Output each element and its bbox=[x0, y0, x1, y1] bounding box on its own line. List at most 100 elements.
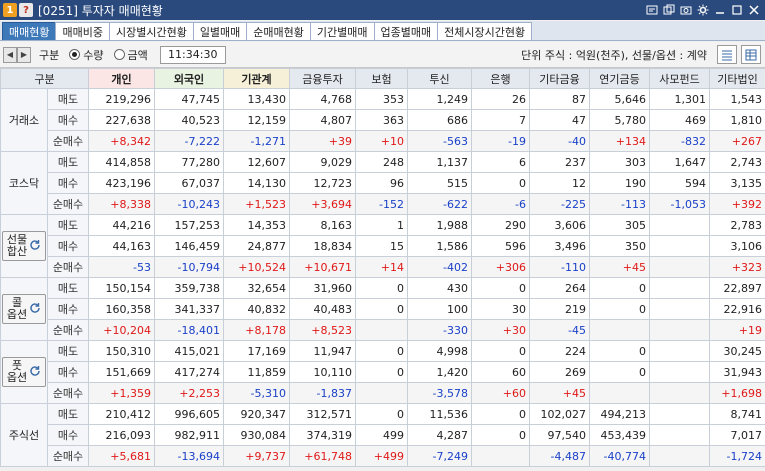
header-foreign[interactable]: 외국인 bbox=[154, 68, 224, 89]
value-cell bbox=[649, 382, 710, 404]
value-cell: +1,698 bbox=[709, 382, 765, 404]
value-cell bbox=[649, 298, 710, 320]
market-cell[interactable]: 콜 옵션 bbox=[0, 277, 48, 341]
tab-1[interactable]: 매매비중 bbox=[55, 22, 110, 40]
value-cell: 515 bbox=[407, 172, 472, 194]
value-cell bbox=[649, 214, 710, 236]
value-cell: 1,301 bbox=[649, 88, 710, 110]
header-financial-investment[interactable]: 금융투자 bbox=[289, 68, 356, 89]
market-name: 콜 옵션 bbox=[6, 296, 28, 321]
value-cell: 594 bbox=[649, 172, 710, 194]
refresh-icon[interactable] bbox=[29, 239, 41, 254]
value-cell: 1,647 bbox=[649, 151, 710, 173]
header-other-finance[interactable]: 기타금융 bbox=[529, 68, 590, 89]
value-cell bbox=[471, 445, 530, 467]
value-cell: 359,738 bbox=[154, 277, 224, 299]
header-pension[interactable]: 연기금등 bbox=[589, 68, 650, 89]
value-cell: 100 bbox=[407, 298, 472, 320]
value-cell bbox=[649, 319, 710, 341]
header-private-fund[interactable]: 사모펀드 bbox=[649, 68, 710, 89]
radio-amount[interactable]: 금액 bbox=[113, 47, 148, 63]
value-cell: 30,245 bbox=[709, 340, 765, 362]
value-cell: 350 bbox=[589, 235, 650, 257]
market-toggle-button[interactable]: 선물 합산 bbox=[2, 231, 46, 261]
header-bank[interactable]: 은행 bbox=[471, 68, 530, 89]
tab-6[interactable]: 업종별매매 bbox=[373, 22, 439, 40]
table-row: 매수 227,638 40,523 12,159 4,807 363 686 7 47 5,780… bbox=[1, 109, 765, 131]
value-cell: -330 bbox=[407, 319, 472, 341]
row-label-net: 순매수 bbox=[47, 382, 89, 404]
next-icon[interactable]: ▶ bbox=[17, 46, 31, 63]
value-cell bbox=[649, 277, 710, 299]
tab-7[interactable]: 전체시장시간현황 bbox=[437, 22, 533, 40]
prev-icon[interactable]: ◀ bbox=[3, 46, 17, 63]
table-row: 순매수 -53 -10,794 +10,524 +10,671 +14 -402 +306 -1… bbox=[1, 256, 765, 278]
value-cell: +19 bbox=[709, 319, 765, 341]
copy-window-icon[interactable] bbox=[662, 3, 676, 17]
row-label-net: 순매수 bbox=[47, 130, 89, 152]
header-institution-total[interactable]: 기관계 bbox=[223, 68, 290, 89]
value-cell: 40,483 bbox=[289, 298, 356, 320]
tab-2[interactable]: 시장별시간현황 bbox=[108, 22, 194, 40]
window-title: [0251] 투자자 매매현황 bbox=[38, 3, 163, 18]
value-cell: +1,523 bbox=[223, 193, 290, 215]
value-cell: 248 bbox=[355, 151, 408, 173]
value-cell: +267 bbox=[709, 130, 765, 152]
radio-quantity[interactable]: 수량 bbox=[69, 47, 104, 63]
list-view-icon[interactable] bbox=[717, 45, 737, 64]
value-cell: 4,807 bbox=[289, 109, 356, 131]
market-cell: 주식선 bbox=[0, 403, 48, 467]
screen-number-badge[interactable]: 1 bbox=[3, 3, 17, 17]
value-cell: -225 bbox=[529, 193, 590, 215]
value-cell: 920,347 bbox=[223, 403, 290, 425]
radio-quantity-dot[interactable] bbox=[69, 49, 81, 60]
value-cell: +3,694 bbox=[289, 193, 356, 215]
value-cell bbox=[589, 382, 650, 404]
table-header-row: 구분 개인 외국인 기관계 금융투자 보험 투신 은행 기타금융 연기금등 사모… bbox=[0, 68, 765, 89]
row-label-net: 순매수 bbox=[47, 256, 89, 278]
value-cell: 18,834 bbox=[289, 235, 356, 257]
row-label-sell: 매도 bbox=[47, 403, 89, 425]
tab-3[interactable]: 일별매매 bbox=[192, 22, 248, 40]
value-cell: -4,487 bbox=[529, 445, 590, 467]
value-cell: 77,280 bbox=[154, 151, 224, 173]
value-cell: 0 bbox=[355, 340, 408, 362]
link-icon[interactable] bbox=[645, 3, 659, 17]
table-row: 순매수 +10,204 -18,401 +8,178 +8,523 -330 +30 -45 +… bbox=[1, 319, 765, 341]
value-cell: 982,911 bbox=[154, 424, 224, 446]
market-toggle-button[interactable]: 풋 옵션 bbox=[2, 357, 46, 387]
tab-5[interactable]: 기간별매매 bbox=[309, 22, 375, 40]
value-cell: 303 bbox=[589, 151, 650, 173]
header-insurance[interactable]: 보험 bbox=[355, 68, 408, 89]
minimize-icon[interactable] bbox=[713, 3, 727, 17]
tab-0[interactable]: 매매현황 bbox=[2, 22, 57, 40]
header-investment-trust[interactable]: 투신 bbox=[407, 68, 472, 89]
value-cell: -1,053 bbox=[649, 193, 710, 215]
help-badge[interactable]: ? bbox=[19, 3, 33, 17]
filter-toolbar: ◀ ▶ 구분 수량 금액 11:34:30 단위 주식 : 억원(천주), 선물… bbox=[0, 42, 765, 68]
market-cell[interactable]: 선물 합산 bbox=[0, 214, 48, 278]
camera-icon[interactable] bbox=[679, 3, 693, 17]
close-icon[interactable] bbox=[747, 3, 761, 17]
market-cell[interactable]: 풋 옵션 bbox=[0, 340, 48, 404]
grid-view-icon[interactable] bbox=[741, 45, 761, 64]
value-cell bbox=[649, 403, 710, 425]
radio-amount-dot[interactable] bbox=[113, 49, 125, 60]
value-cell: 353 bbox=[355, 88, 408, 110]
header-individual[interactable]: 개인 bbox=[88, 68, 155, 89]
gear-icon[interactable] bbox=[696, 3, 710, 17]
value-cell: 0 bbox=[471, 340, 530, 362]
table-row: 순매수 +1,359 +2,253 -5,310 -1,837 -3,578 +60 +45 +… bbox=[1, 382, 765, 404]
tab-4[interactable]: 순매매현황 bbox=[246, 22, 311, 40]
refresh-icon[interactable] bbox=[29, 365, 41, 380]
value-cell: 430 bbox=[407, 277, 472, 299]
market-toggle-button[interactable]: 콜 옵션 bbox=[2, 294, 46, 324]
refresh-icon[interactable] bbox=[29, 302, 41, 317]
time-input[interactable]: 11:34:30 bbox=[159, 45, 226, 64]
maximize-icon[interactable] bbox=[730, 3, 744, 17]
market-name: 풋 옵션 bbox=[6, 359, 28, 384]
value-cell: 12 bbox=[529, 172, 590, 194]
row-label-sell: 매도 bbox=[47, 88, 89, 110]
header-other-corp[interactable]: 기타법인 bbox=[709, 68, 765, 89]
value-cell: -152 bbox=[355, 193, 408, 215]
